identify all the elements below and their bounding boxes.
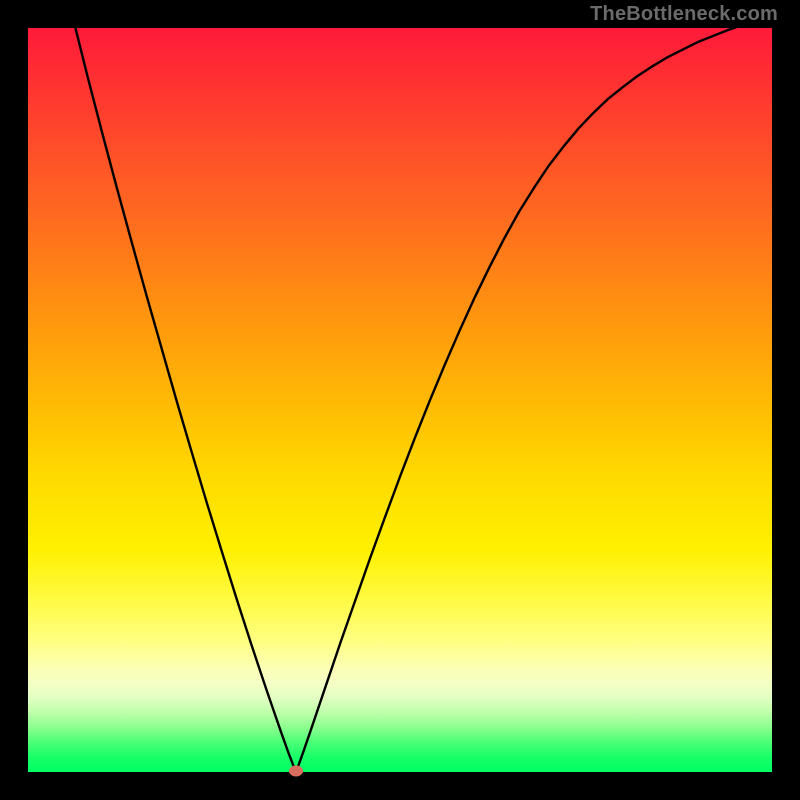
watermark-text: TheBottleneck.com (590, 3, 778, 26)
chart-frame: TheBottleneck.com (0, 0, 800, 800)
minimum-marker (289, 766, 303, 777)
plot-area (28, 28, 772, 772)
bottleneck-curve (28, 28, 772, 772)
